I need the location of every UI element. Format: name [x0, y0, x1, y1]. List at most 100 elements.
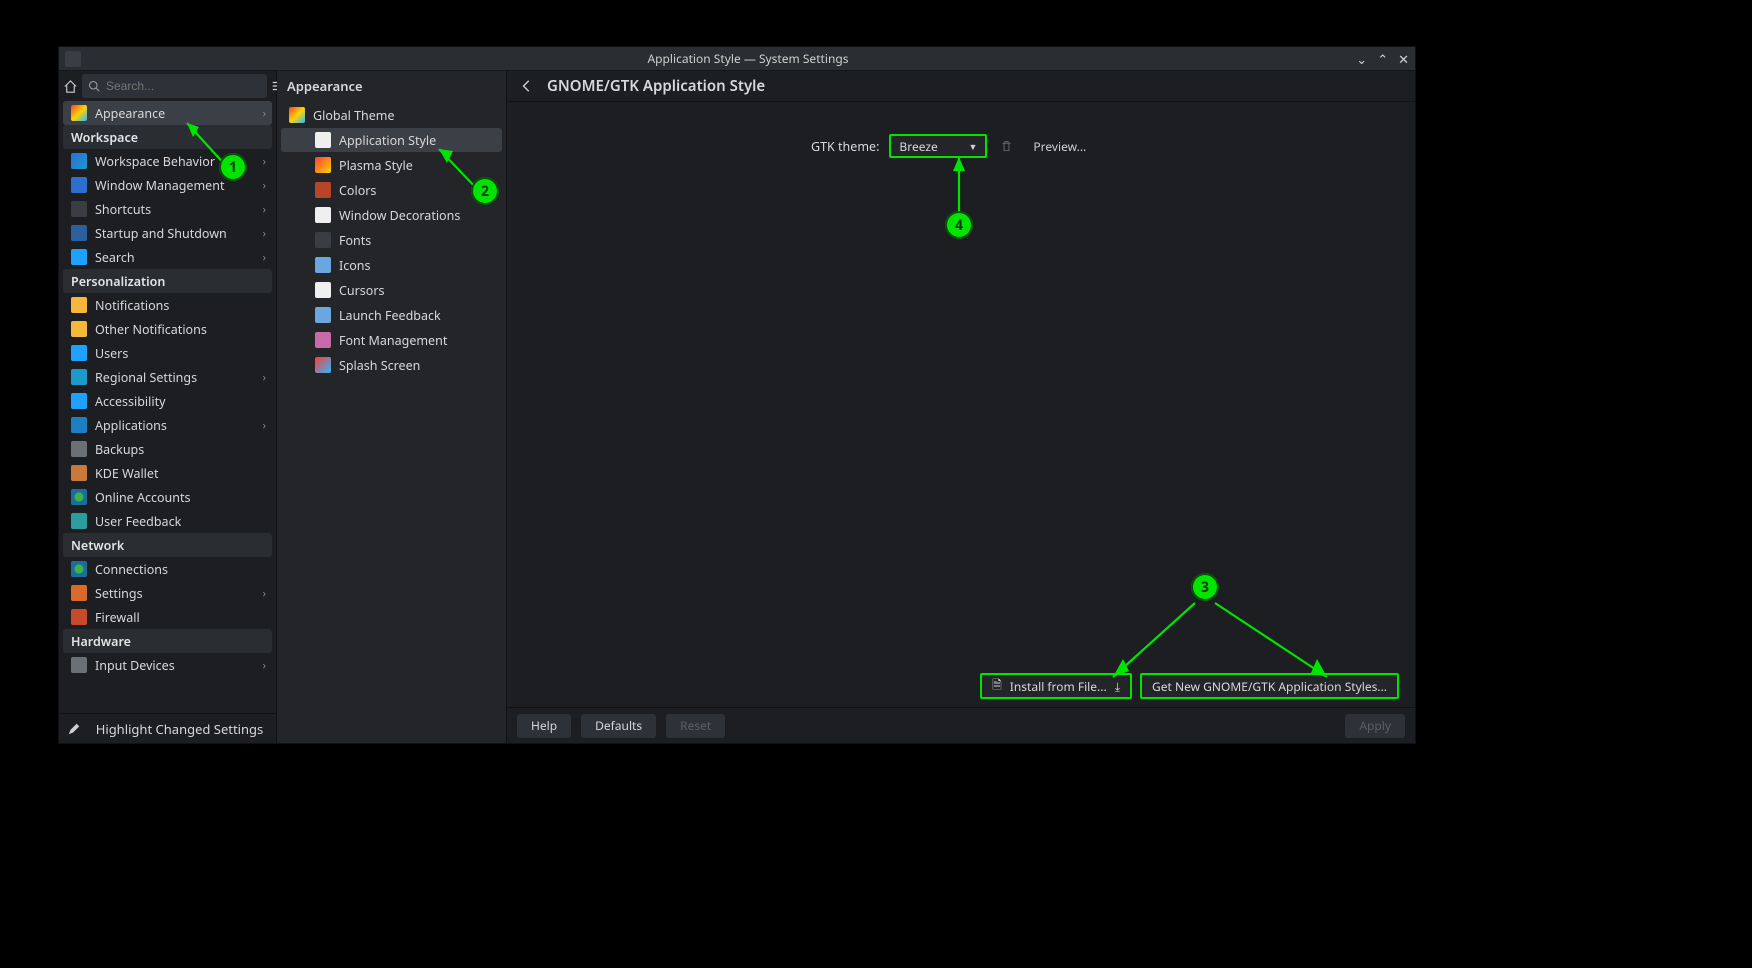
workspace-behavior-icon: [71, 153, 87, 169]
chevron-right-icon: ›: [263, 226, 266, 241]
sidebar-heading-hardware: Hardware: [63, 629, 272, 653]
shortcuts-icon: [71, 201, 87, 217]
fonts-icon: [315, 232, 331, 248]
gtk-theme-label: GTK theme:: [811, 138, 879, 155]
icons-icon: [315, 257, 331, 273]
subnav-item-label: Application Style: [339, 132, 436, 149]
sidebar-item-startup-shutdown[interactable]: Startup and Shutdown ›: [63, 221, 272, 245]
subnav-item-global-theme[interactable]: Global Theme: [281, 103, 502, 127]
sidebar-item-user-feedback[interactable]: User Feedback: [63, 509, 272, 533]
sidebar-item-appearance[interactable]: Appearance ›: [63, 101, 272, 125]
chevron-right-icon: ›: [263, 418, 266, 433]
maximize-icon[interactable]: ⌃: [1377, 53, 1388, 66]
subnav-item-launch-feedback[interactable]: Launch Feedback: [281, 303, 502, 327]
sidebar-item-label: KDE Wallet: [95, 465, 158, 482]
subnav-item-label: Plasma Style: [339, 157, 413, 174]
chevron-right-icon: ›: [263, 370, 266, 385]
subnav-item-label: Colors: [339, 182, 376, 199]
sidebar-item-other-notifications[interactable]: Other Notifications: [63, 317, 272, 341]
trash-icon: [1000, 140, 1013, 153]
splash-screen-icon: [315, 357, 331, 373]
subnav-item-window-decorations[interactable]: Window Decorations: [281, 203, 502, 227]
delete-theme-button[interactable]: [997, 137, 1015, 155]
get-new-styles-button[interactable]: Get New GNOME/GTK Application Styles...: [1140, 673, 1399, 699]
sidebar-item-notifications[interactable]: Notifications: [63, 293, 272, 317]
sidebar-item-kde-wallet[interactable]: KDE Wallet: [63, 461, 272, 485]
search-icon: [88, 80, 100, 92]
defaults-button[interactable]: Defaults: [581, 714, 656, 738]
subnav-item-splash-screen[interactable]: Splash Screen: [281, 353, 502, 377]
annotation-marker-1: 1: [219, 153, 247, 181]
sidebar-item-connections[interactable]: Connections: [63, 557, 272, 581]
sidebar-item-label: Online Accounts: [95, 489, 190, 506]
subnav-item-label: Icons: [339, 257, 371, 274]
subnav-item-application-style[interactable]: Application Style: [281, 128, 502, 152]
sidebar-item-accessibility[interactable]: Accessibility: [63, 389, 272, 413]
users-icon: [71, 345, 87, 361]
minimize-icon[interactable]: ⌄: [1356, 53, 1367, 66]
install-from-file-label: Install from File...: [1010, 678, 1107, 695]
search-input[interactable]: [106, 79, 261, 93]
gtk-theme-value: Breeze: [899, 138, 937, 155]
sidebar-item-search[interactable]: Search ›: [63, 245, 272, 269]
preview-button[interactable]: Preview...: [1033, 138, 1086, 155]
subnav-item-cursors[interactable]: Cursors: [281, 278, 502, 302]
annotation-marker-3: 3: [1191, 573, 1219, 601]
subnav-item-label: Cursors: [339, 282, 385, 299]
secondary-sidebar: Appearance Global ThemeApplication Style…: [277, 71, 507, 743]
sidebar-item-label: Startup and Shutdown: [95, 225, 227, 242]
applications-icon: [71, 417, 87, 433]
chevron-right-icon: ›: [263, 178, 266, 193]
startup-shutdown-icon: [71, 225, 87, 241]
subnav-item-colors[interactable]: Colors: [281, 178, 502, 202]
chevron-right-icon: ›: [263, 250, 266, 265]
sidebar-item-label: Users: [95, 345, 128, 362]
close-icon[interactable]: ✕: [1398, 53, 1409, 66]
annotation-marker-2: 2: [471, 177, 499, 205]
subnav-item-plasma-style[interactable]: Plasma Style: [281, 153, 502, 177]
appearance-icon: [71, 105, 87, 121]
chevron-right-icon: ›: [263, 586, 266, 601]
subnav-item-label: Fonts: [339, 232, 371, 249]
search-field[interactable]: [82, 74, 267, 98]
pencil-icon: [67, 722, 81, 736]
colors-icon: [315, 182, 331, 198]
get-new-styles-label: Get New GNOME/GTK Application Styles...: [1152, 678, 1387, 695]
apply-button: Apply: [1345, 714, 1405, 738]
sidebar-item-input-devices[interactable]: Input Devices ›: [63, 653, 272, 677]
regional-settings-icon: [71, 369, 87, 385]
launch-feedback-icon: [315, 307, 331, 323]
sidebar-item-users[interactable]: Users: [63, 341, 272, 365]
home-button[interactable]: [63, 74, 78, 98]
sidebar-item-applications[interactable]: Applications›: [63, 413, 272, 437]
home-icon: [63, 79, 78, 94]
sidebar-item-label: Other Notifications: [95, 321, 207, 338]
sidebar-item-label: Search: [95, 249, 135, 266]
highlight-changed-button[interactable]: Highlight Changed Settings: [59, 713, 276, 743]
settings-icon: [71, 585, 87, 601]
chevron-right-icon: ›: [263, 658, 266, 673]
main-body: GTK theme: Breeze ▼ Preview... 🗎 Install…: [507, 102, 1415, 707]
sidebar-item-label: Firewall: [95, 609, 140, 626]
help-button[interactable]: Help: [517, 714, 571, 738]
window-decorations-icon: [315, 207, 331, 223]
sidebar-item-label: Connections: [95, 561, 168, 578]
sidebar-item-regional-settings[interactable]: Regional Settings›: [63, 365, 272, 389]
sidebar-item-shortcuts[interactable]: Shortcuts›: [63, 197, 272, 221]
install-from-file-button[interactable]: 🗎 Install from File... ⤓: [980, 673, 1132, 699]
subnav-item-fonts[interactable]: Fonts: [281, 228, 502, 252]
subnav-item-font-management[interactable]: Font Management: [281, 328, 502, 352]
sidebar-item-label: Appearance: [95, 105, 165, 122]
sidebar-item-backups[interactable]: Backups: [63, 437, 272, 461]
gtk-theme-combo[interactable]: Breeze ▼: [889, 134, 987, 158]
subnav-item-label: Global Theme: [313, 107, 395, 124]
chevron-right-icon: ›: [263, 106, 266, 121]
download-icon: ⤓: [1115, 678, 1120, 695]
sidebar-item-firewall[interactable]: Firewall: [63, 605, 272, 629]
sidebar-item-settings[interactable]: Settings›: [63, 581, 272, 605]
sidebar-item-label: Input Devices: [95, 657, 175, 674]
back-button[interactable]: [517, 76, 537, 96]
search-icon: [71, 249, 87, 265]
sidebar-item-online-accounts[interactable]: Online Accounts: [63, 485, 272, 509]
subnav-item-icons[interactable]: Icons: [281, 253, 502, 277]
